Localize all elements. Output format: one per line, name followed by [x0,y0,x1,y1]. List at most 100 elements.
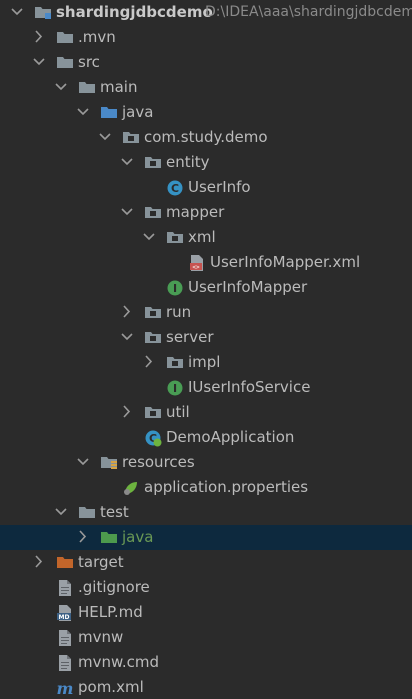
tree-row-util[interactable]: util [0,400,412,425]
tree-item-label: server [166,328,214,346]
tree-row-gitignore[interactable]: .gitignore [0,575,412,600]
svg-text:m: m [57,679,74,697]
tree-item-label: main [100,78,138,96]
tree-row-mvnw[interactable]: mvnw [0,625,412,650]
tree-item-label: mvnw.cmd [78,653,160,671]
tree-row-demoapplication[interactable]: C DemoApplication [0,425,412,450]
module-folder-icon [34,0,52,25]
tree-row-shardingjdbcdemo[interactable]: shardingjdbcdemo D:\IDEA\aaa\shardingjdbc… [0,0,412,25]
tree-row-resources[interactable]: resources [0,450,412,475]
tree-item-label: DemoApplication [166,428,295,446]
tree-item-label: UserInfoMapper [188,278,308,296]
chevron-right-icon[interactable] [120,400,134,425]
tree-item-label: xml [188,228,216,246]
resources-folder-icon [100,450,118,475]
tree-item-label: impl [188,353,221,371]
tree-row-application-properties[interactable]: application.properties [0,475,412,500]
tree-item-label: test [100,503,129,521]
tree-row-userinfomapper[interactable]: I UserInfoMapper [0,275,412,300]
tree-row-target[interactable]: target [0,550,412,575]
package-icon [144,300,162,325]
package-icon [144,150,162,175]
tree-row-userinfomapper-xml[interactable]: <> UserInfoMapper.xml [0,250,412,275]
project-path: D:\IDEA\aaa\shardingjdbcdemo [205,4,412,20]
package-icon [144,400,162,425]
tree-item-label: src [78,53,100,71]
tree-row-java-test[interactable]: java [0,525,412,550]
tree-item-label: UserInfo [188,178,251,196]
tree-row-java-main[interactable]: java [0,100,412,125]
tree-item-label: java [122,528,154,546]
class-icon: C [166,175,184,200]
tree-item-label: run [166,303,192,321]
tree-row-userinfo[interactable]: C UserInfo [0,175,412,200]
test-folder-icon [100,525,118,550]
chevron-right-icon[interactable] [120,300,134,325]
spring-properties-icon [122,475,140,500]
chevron-down-icon[interactable] [10,0,24,25]
tree-row-pom-xml[interactable]: m pom.xml [0,675,412,699]
package-icon [166,225,184,250]
tree-item-label: .mvn [78,28,116,46]
chevron-down-icon[interactable] [142,225,156,250]
chevron-right-icon[interactable] [32,550,46,575]
interface-icon: I [166,375,184,400]
svg-text:I: I [173,382,177,395]
tree-item-label: pom.xml [78,678,144,696]
package-icon [166,350,184,375]
text-file-icon [56,625,74,650]
tree-row-server[interactable]: server [0,325,412,350]
tree-row-run[interactable]: run [0,300,412,325]
svg-text:C: C [171,182,179,195]
chevron-down-icon[interactable] [32,50,46,75]
source-folder-icon [100,100,118,125]
chevron-down-icon[interactable] [76,100,90,125]
chevron-down-icon[interactable] [120,150,134,175]
tree-row-com-study-demo[interactable]: com.study.demo [0,125,412,150]
tree-item-label: HELP.md [78,603,143,621]
chevron-down-icon[interactable] [54,500,68,525]
tree-item-label: mapper [166,203,225,221]
chevron-down-icon[interactable] [120,200,134,225]
svg-text:MD: MD [59,614,70,621]
tree-item-label: mvnw [78,628,124,646]
tree-row-test[interactable]: test [0,500,412,525]
svg-text:I: I [173,282,177,295]
text-file-icon [56,575,74,600]
tree-row-impl[interactable]: impl [0,350,412,375]
chevron-down-icon[interactable] [98,125,112,150]
xml-file-icon: <> [188,250,206,275]
project-tree: shardingjdbcdemo D:\IDEA\aaa\shardingjdbc… [0,0,412,699]
tree-item-label: entity [166,153,210,171]
tree-row-iuserinfoservice[interactable]: I IUserInfoService [0,375,412,400]
tree-item-label: com.study.demo [144,128,268,146]
tree-item-label: UserInfoMapper.xml [210,253,361,271]
tree-row-help-md[interactable]: MD HELP.md [0,600,412,625]
tree-row-mvn[interactable]: .mvn [0,25,412,50]
spring-boot-class-icon: C [144,425,162,450]
tree-row-entity[interactable]: entity [0,150,412,175]
package-icon [144,200,162,225]
chevron-right-icon[interactable] [32,25,46,50]
markdown-file-icon: MD [56,600,74,625]
tree-item-label: application.properties [144,478,309,496]
tree-row-mvnw-cmd[interactable]: mvnw.cmd [0,650,412,675]
chevron-down-icon[interactable] [120,325,134,350]
text-file-icon [56,650,74,675]
chevron-down-icon[interactable] [76,450,90,475]
tree-item-label: IUserInfoService [188,378,311,396]
excluded-folder-icon [56,550,74,575]
tree-row-xml[interactable]: xml [0,225,412,250]
tree-row-src[interactable]: src [0,50,412,75]
svg-text:<>: <> [192,264,200,271]
tree-row-main[interactable]: main [0,75,412,100]
folder-icon [56,25,74,50]
package-icon [144,325,162,350]
chevron-right-icon[interactable] [76,525,90,550]
folder-icon [78,500,96,525]
chevron-down-icon[interactable] [54,75,68,100]
folder-icon [56,50,74,75]
tree-item-label: .gitignore [78,578,150,596]
chevron-right-icon[interactable] [142,350,156,375]
tree-row-mapper[interactable]: mapper [0,200,412,225]
